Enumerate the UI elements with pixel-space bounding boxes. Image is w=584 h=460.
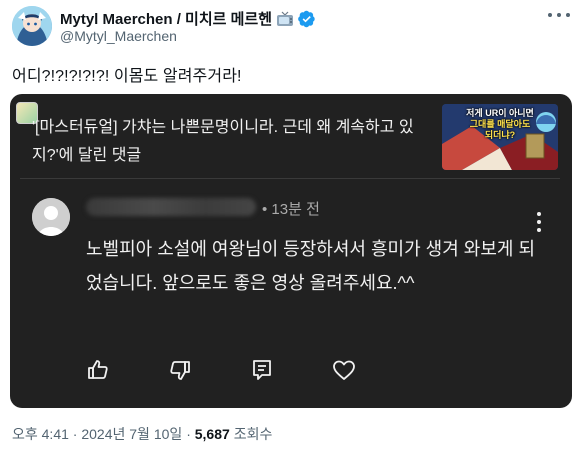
thumbs-up-icon[interactable] — [86, 358, 110, 382]
views-label: 조회수 — [233, 426, 273, 442]
display-name[interactable]: Mytyl Maerchen / 미치르 메르헨 — [60, 8, 272, 29]
tweet-time[interactable]: 오후 4:41 — [12, 426, 69, 442]
tweet-date[interactable]: 2024년 7월 10일 — [81, 426, 182, 442]
comment-body: 노벨피아 소설에 여왕님이 등장하셔서 흥미가 생겨 와보게 되었습니다. 앞으… — [86, 239, 536, 293]
comment-timestamp: • 13분 전 — [262, 201, 320, 218]
thumbnail-caption-line3: 되더냐? — [484, 130, 516, 140]
footer-separator: · — [186, 426, 191, 442]
verified-badge-icon — [298, 10, 316, 28]
more-vertical-icon[interactable] — [536, 212, 542, 232]
reply-comment-icon[interactable] — [250, 358, 274, 382]
card-divider — [20, 178, 560, 179]
embedded-screenshot[interactable]: '[마스터듀얼] 가챠는 나쁜문명이니라. 근데 왜 계속하고 있지?'에 달린… — [10, 94, 572, 408]
tweet-text: 어디?!?!?!?!?! 이몸도 알려주거라! — [12, 68, 242, 85]
comment-actions — [86, 358, 414, 382]
video-title: '[마스터듀얼] 가챠는 나쁜문명이니라. 근데 왜 계속하고 있지?'에 달린… — [32, 119, 414, 164]
profile-avatar[interactable] — [12, 6, 52, 46]
thumbnail-caption: 저게 UR이 아니면 그대를 매달아도 되더냐? — [442, 108, 558, 141]
tweet-footer: 오후 4:41 · 2024년 7월 10일 · 5,687 조회수 — [12, 424, 272, 444]
user-handle[interactable]: @Mytyl_Maerchen — [60, 28, 177, 44]
tv-emoji-icon — [276, 11, 294, 27]
more-horizontal-icon[interactable] — [548, 8, 570, 22]
redacted-commenter-name — [86, 198, 256, 216]
heart-icon[interactable] — [332, 358, 356, 382]
thumbs-down-icon[interactable] — [168, 358, 192, 382]
views-count: 5,687 — [194, 426, 230, 442]
thumbnail-caption-line2: 그대를 매달아도 — [469, 119, 531, 129]
thumbnail-caption-line1: 저게 UR이 아니면 — [466, 108, 534, 118]
video-thumbnail: 저게 UR이 아니면 그대를 매달아도 되더냐? — [442, 104, 558, 170]
commenter-avatar[interactable] — [32, 198, 70, 236]
footer-separator: · — [72, 426, 78, 442]
display-name-row[interactable]: Mytyl Maerchen / 미치르 메르헨 — [60, 8, 316, 29]
